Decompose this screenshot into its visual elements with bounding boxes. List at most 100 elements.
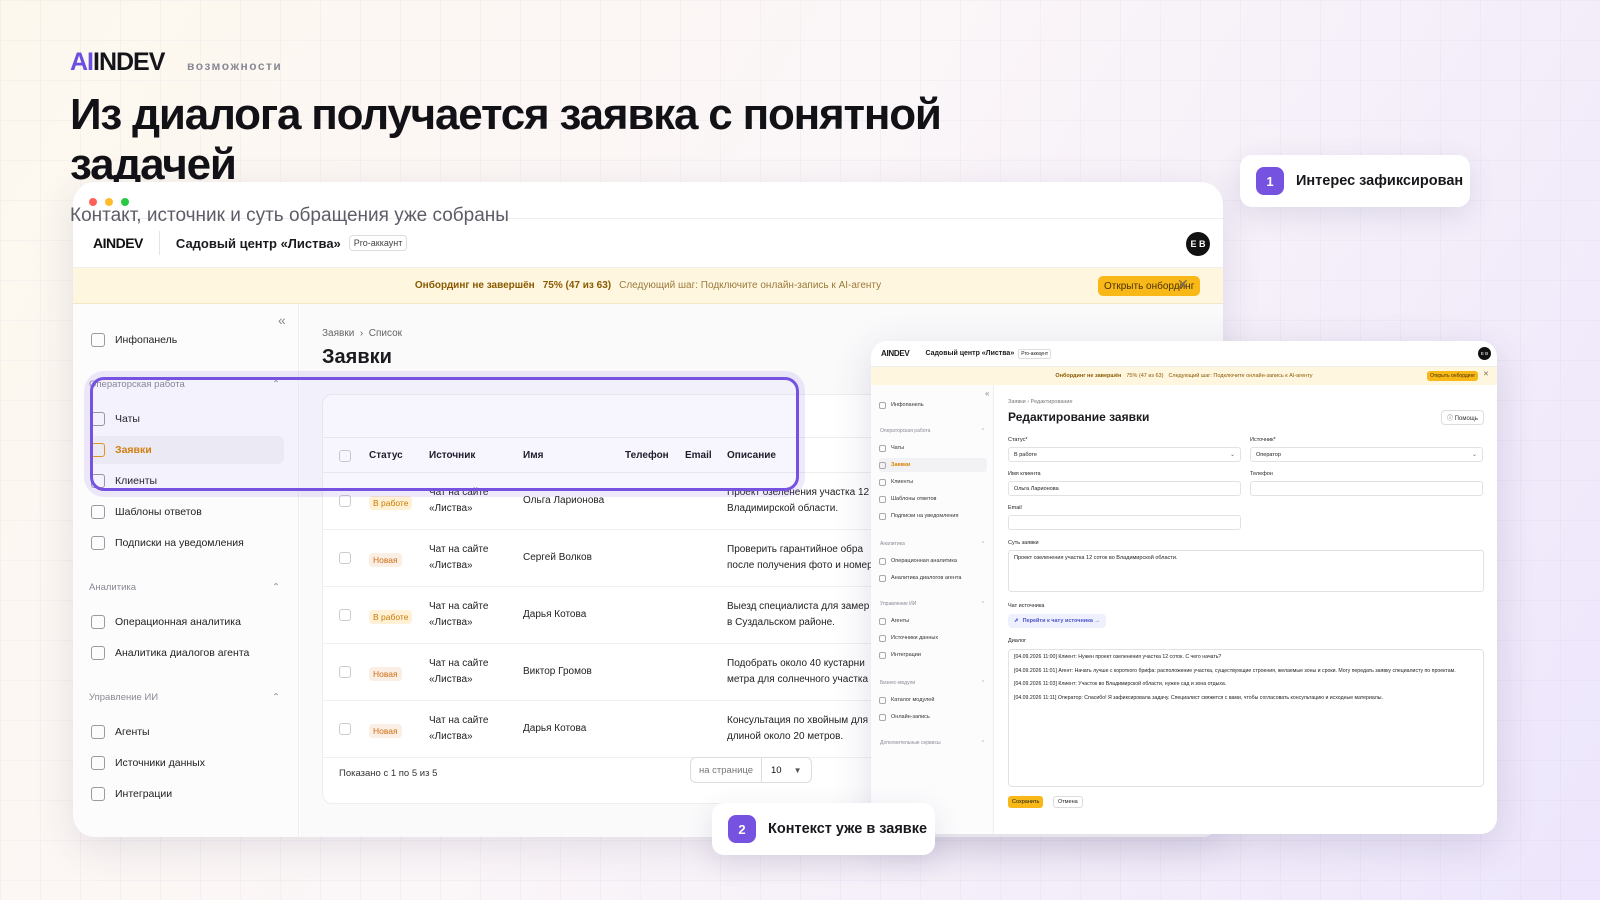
edit-topbar: AINDEV Садовый центр «Листва» Pro-аккаун…: [871, 341, 1497, 367]
chevron-down-icon: ⌄: [1471, 452, 1477, 458]
status-badge: Новая: [369, 667, 402, 681]
app-logo[interactable]: AINDEV: [93, 235, 143, 251]
sidebar-item-clients[interactable]: Клиенты: [879, 475, 987, 489]
sidebar-item-agent-analytics[interactable]: Аналитика диалогов агента: [879, 571, 987, 585]
sidebar-item-integrations[interactable]: Интеграции: [91, 780, 284, 808]
dialog-textarea[interactable]: [04.09.2026 11:00] Клиент: Нужен проект …: [1008, 649, 1484, 787]
chart-icon: [91, 615, 105, 629]
open-onboarding-button[interactable]: Открыть онбординг: [1427, 371, 1479, 381]
avatar[interactable]: E B: [1186, 232, 1210, 256]
sidebar-item-subscriptions[interactable]: Подписки на уведомления: [879, 509, 987, 523]
step-number: 1: [1256, 167, 1284, 195]
org-name: Садовый центр «Листва»: [925, 350, 1015, 357]
app-logo[interactable]: AINDEV: [881, 349, 910, 358]
summary-label: Суть заявки: [1008, 540, 1039, 546]
sidebar-item-info[interactable]: Инфопанель: [91, 326, 284, 354]
email-input[interactable]: [1008, 515, 1241, 530]
bell-icon: [879, 512, 886, 520]
pro-badge: Pro-аккаунт: [1018, 348, 1052, 359]
sidebar-item-agents[interactable]: Агенты: [91, 718, 284, 746]
help-button[interactable]: ⓘ Помощь: [1441, 410, 1484, 425]
subtitle: Контакт, источник и суть обращения уже с…: [70, 205, 509, 226]
puzzle-icon: [91, 787, 105, 801]
pro-badge: Pro-аккаунт: [348, 235, 408, 251]
edit-request-window: AINDEV Садовый центр «Листва» Pro-аккаун…: [871, 341, 1497, 834]
page-title: Редактирование заявки: [1008, 410, 1150, 424]
sidebar-item-agents[interactable]: Агенты: [879, 614, 987, 628]
section-business[interactable]: Бизнес-модули ⌃: [880, 680, 985, 686]
message-icon: [879, 495, 886, 503]
sidebar-item-catalog[interactable]: Каталог модулей: [879, 693, 987, 707]
row-checkbox[interactable]: [339, 666, 351, 678]
sidebar-item-chats[interactable]: Чаты: [879, 441, 987, 455]
sidebar-item-subscriptions[interactable]: Подписки на уведомления: [91, 529, 284, 557]
row-checkbox[interactable]: [339, 723, 351, 735]
brand-subtitle: возможности: [187, 59, 283, 73]
callout-interest-fixed: 1 Интерес зафиксирован: [1240, 155, 1470, 207]
phone-label: Телефон: [1250, 471, 1273, 477]
source-label: Источник*: [1250, 437, 1276, 443]
bell-icon: [91, 536, 105, 550]
bar-chart-icon: [879, 574, 886, 582]
callout-context-in-request: 2 Контекст уже в заявке: [712, 803, 935, 855]
chevron-down-icon: ⌄: [1229, 452, 1235, 458]
home-icon: [879, 401, 886, 409]
chart-icon: [879, 557, 886, 565]
save-button[interactable]: Сохранить: [1008, 796, 1044, 808]
section-analytics[interactable]: Аналитика ⌃: [880, 541, 985, 547]
sidebar-item-requests[interactable]: Заявки: [879, 458, 987, 472]
row-checkbox[interactable]: [339, 552, 351, 564]
per-page-select[interactable]: на странице 10 ▼: [690, 757, 812, 783]
section-ops[interactable]: Операторская работа ⌃: [880, 428, 985, 434]
page-title: Заявки: [322, 346, 392, 368]
chevron-down-icon: ▼: [793, 765, 802, 775]
phone-input[interactable]: [1250, 481, 1483, 496]
go-to-chat-link[interactable]: ⇗ Перейти к чату источника →: [1008, 614, 1106, 628]
close-icon[interactable]: ✕: [1483, 370, 1489, 378]
table-row[interactable]: В работе Чат на сайте «Листва» Дарья Кото…: [323, 587, 901, 644]
agent-icon: [879, 617, 886, 625]
chat-source-label: Чат источника: [1008, 603, 1045, 609]
sidebar-item-agent-analytics[interactable]: Аналитика диалогов агента: [91, 639, 284, 667]
sidebar-item-ops-analytics[interactable]: Операционная аналитика: [91, 608, 284, 636]
database-icon: [91, 756, 105, 770]
sidebar-item-sources[interactable]: Источники данных: [879, 631, 987, 645]
summary-textarea[interactable]: Проект озеленения участка 12 соток во Вл…: [1008, 550, 1484, 592]
message-icon: [91, 505, 105, 519]
status-badge: Новая: [369, 724, 402, 738]
sidebar-item-booking[interactable]: Онлайн-запись: [879, 710, 987, 724]
row-checkbox[interactable]: [339, 495, 351, 507]
status-badge: В работе: [369, 496, 413, 510]
section-ai[interactable]: Управление ИИ ⌃: [880, 601, 985, 607]
sidebar-item-sources[interactable]: Источники данных: [91, 749, 284, 777]
cancel-button[interactable]: Отмена: [1053, 796, 1083, 808]
onboarding-title: Онбординг не завершён: [414, 280, 535, 291]
client-name-input[interactable]: Ольга Ларионова: [1008, 481, 1241, 496]
chevron-up-icon: ⌃: [272, 582, 280, 593]
sidebar-item-info[interactable]: Инфопанель: [879, 398, 987, 412]
table-row[interactable]: Новая Чат на сайте «Листва» Виктор Громов…: [323, 644, 901, 701]
section-extra[interactable]: Дополнительные сервисы ⌃: [880, 740, 985, 746]
sidebar-item-integrations[interactable]: Интеграции: [879, 648, 987, 662]
sidebar-item-ops-analytics[interactable]: Операционная аналитика: [879, 554, 987, 568]
database-icon: [879, 634, 886, 642]
calendar-icon: [879, 713, 886, 721]
home-icon: [91, 333, 105, 347]
sidebar-item-templates[interactable]: Шаблоны ответов: [879, 492, 987, 506]
row-checkbox[interactable]: [339, 609, 351, 621]
sidebar-item-templates[interactable]: Шаблоны ответов: [91, 498, 284, 526]
avatar[interactable]: E B: [1478, 347, 1491, 360]
table-row[interactable]: Новая Чат на сайте «Листва» Сергей Волков…: [323, 530, 901, 587]
headline: Из диалога получается заявка с понятной …: [70, 90, 942, 189]
onboarding-banner: Онбординг не завершён 75% (47 из 63) Сле…: [73, 268, 1223, 304]
breadcrumb: Заявки › Редактирование: [1008, 399, 1073, 405]
close-icon[interactable]: ✕: [1177, 276, 1189, 293]
section-ai[interactable]: Управление ИИ ⌃: [89, 692, 280, 703]
onboarding-progress: 75% (47 из 63): [542, 280, 612, 291]
status-select[interactable]: В работе ⌄: [1008, 447, 1241, 462]
collapse-sidebar-icon[interactable]: «: [985, 389, 989, 398]
source-select[interactable]: Оператор ⌄: [1250, 447, 1483, 462]
org-name: Садовый центр «Листва»: [175, 235, 341, 251]
table-row[interactable]: Новая Чат на сайте «Листва» Дарья Котова …: [323, 701, 901, 758]
section-analytics[interactable]: Аналитика ⌃: [89, 582, 280, 593]
